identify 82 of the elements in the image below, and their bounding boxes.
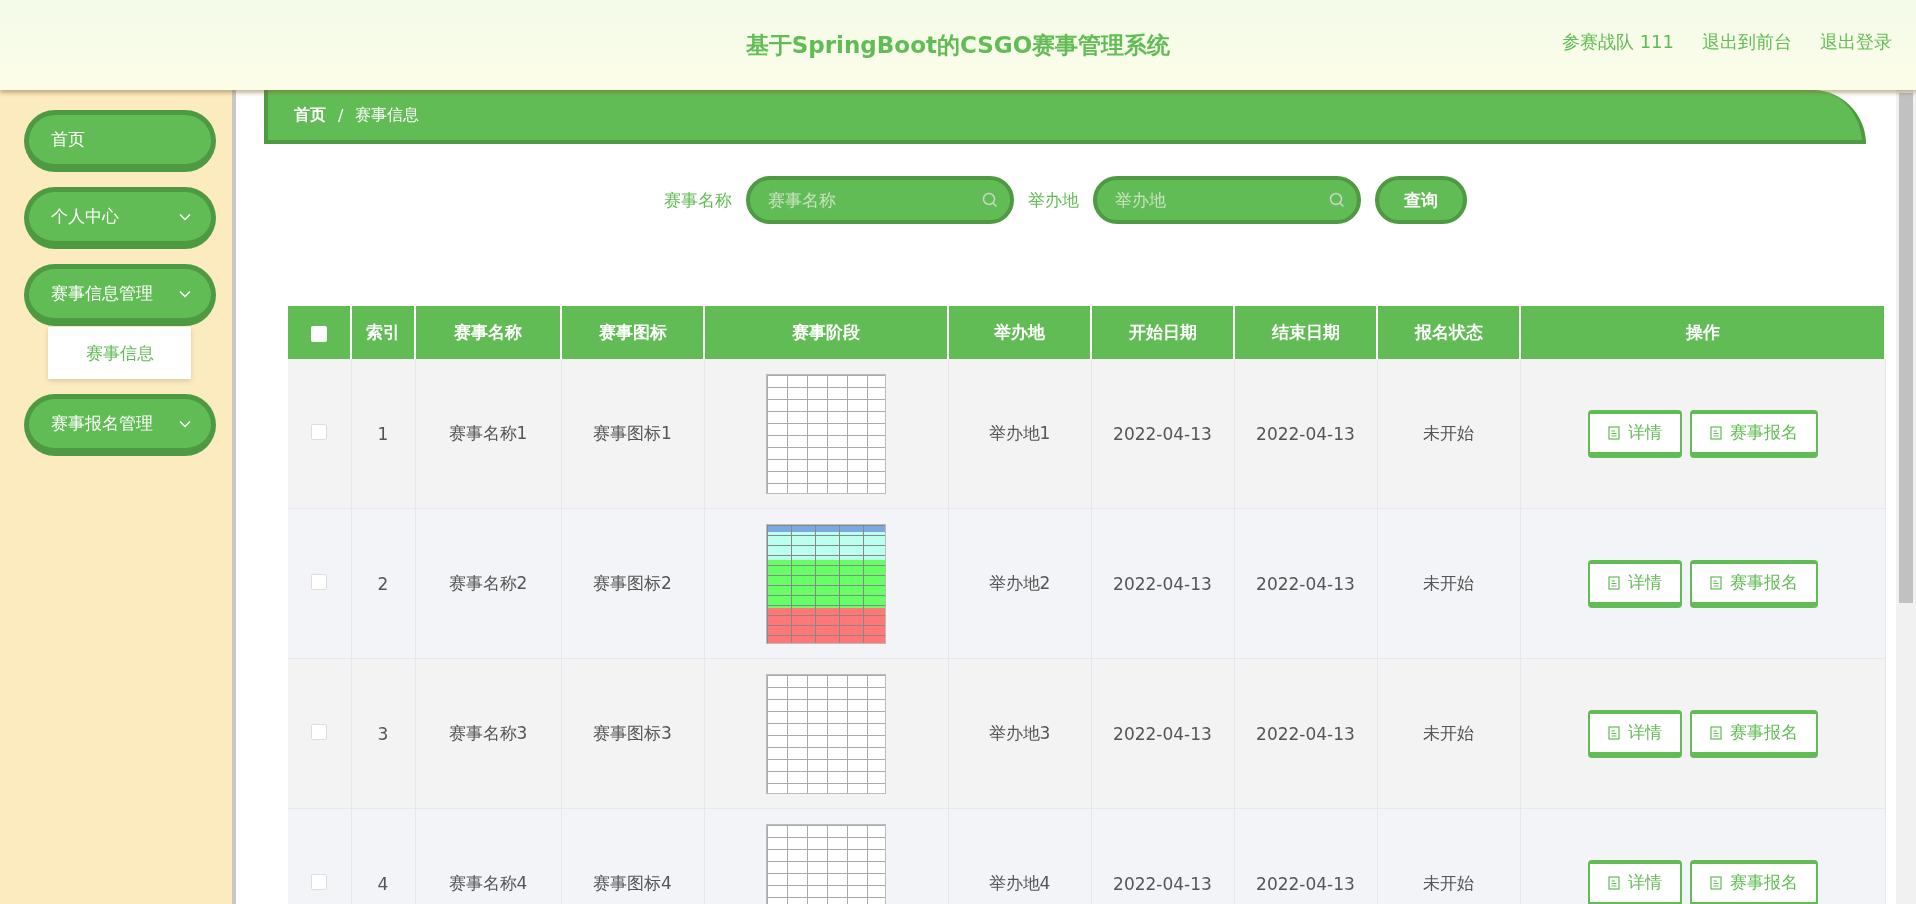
table-cell: 2022-04-13 xyxy=(1113,423,1212,444)
table-cell: 赛事图标1 xyxy=(593,423,672,443)
column-header: 举办地 xyxy=(994,322,1045,342)
table-cell: 赛事名称2 xyxy=(448,573,528,593)
table-cell: 未开始 xyxy=(1423,573,1474,593)
field-label: 举办地 xyxy=(1027,188,1079,212)
row-checkbox[interactable] xyxy=(311,573,328,590)
document-icon xyxy=(1709,725,1722,740)
table-cell: 未开始 xyxy=(1423,423,1474,443)
document-icon xyxy=(1607,575,1620,590)
table-cell: 举办地4 xyxy=(988,873,1051,893)
table-cell: 2 xyxy=(377,573,389,594)
table-cell: 2022-04-13 xyxy=(1113,573,1212,594)
select-all-checkbox[interactable] xyxy=(311,325,327,342)
table-cell: 赛事图标3 xyxy=(593,723,672,743)
table-cell: 未开始 xyxy=(1423,723,1474,743)
chevron-down-icon xyxy=(179,289,191,298)
table-cell: 赛事名称4 xyxy=(448,873,528,893)
scrollbar-thumb[interactable] xyxy=(1899,93,1913,603)
document-icon xyxy=(1709,575,1722,590)
search-field[interactable]: 赛事名称 xyxy=(745,176,1014,224)
document-icon xyxy=(1607,425,1620,440)
details-button[interactable]: 详情 xyxy=(1587,559,1682,608)
sidebar-menu-item[interactable]: 个人中心 xyxy=(24,187,216,249)
document-icon xyxy=(1607,725,1620,740)
row-checkbox[interactable] xyxy=(311,873,328,890)
table-cell: 2022-04-13 xyxy=(1113,873,1212,894)
document-icon xyxy=(1607,875,1620,890)
row-checkbox[interactable] xyxy=(311,723,328,740)
chevron-down-icon xyxy=(179,419,191,428)
column-header: 结束日期 xyxy=(1271,322,1340,342)
search-field[interactable]: 举办地 xyxy=(1092,176,1361,224)
column-header: 操作 xyxy=(1685,322,1720,342)
sidebar-submenu-item[interactable]: 赛事信息 xyxy=(48,327,191,379)
chevron-down-icon xyxy=(179,212,191,221)
table-cell: 赛事名称1 xyxy=(448,423,528,443)
table-cell: 2022-04-13 xyxy=(1256,573,1355,594)
column-header: 赛事名称 xyxy=(454,322,522,342)
table-cell: 2022-04-13 xyxy=(1256,423,1355,444)
breadcrumb-separator: / xyxy=(338,105,344,125)
breadcrumb-link[interactable]: 赛事信息 xyxy=(355,104,420,126)
column-header: 索引 xyxy=(366,322,400,342)
table-cell: 举办地1 xyxy=(988,423,1051,443)
header-link[interactable]: 参赛战队 111 xyxy=(1561,30,1674,54)
row-checkbox[interactable] xyxy=(311,423,328,440)
details-button[interactable]: 详情 xyxy=(1587,409,1682,458)
search-icon xyxy=(981,192,998,208)
header-link[interactable]: 退出到前台 xyxy=(1702,30,1792,54)
register-button[interactable]: 赛事报名 xyxy=(1689,709,1818,758)
table-cell: 赛事名称3 xyxy=(448,723,528,743)
register-button[interactable]: 赛事报名 xyxy=(1689,859,1818,904)
table-cell: 赛事图标4 xyxy=(593,873,672,893)
table-cell: 赛事图标2 xyxy=(593,573,672,593)
register-button[interactable]: 赛事报名 xyxy=(1689,409,1818,458)
scrollbar[interactable] xyxy=(1896,90,1916,904)
table-cell: 1 xyxy=(377,423,389,444)
table-cell: 2022-04-13 xyxy=(1256,723,1355,744)
search-button[interactable]: 查询 xyxy=(1374,176,1467,224)
table-cell: 2022-04-13 xyxy=(1113,723,1212,744)
table-cell: 4 xyxy=(377,873,389,894)
document-icon xyxy=(1709,875,1722,890)
document-icon xyxy=(1709,425,1722,440)
breadcrumb-link[interactable]: 首页 xyxy=(294,104,326,126)
column-header: 赛事图标 xyxy=(598,322,667,342)
table-cell: 举办地2 xyxy=(988,573,1051,593)
app-title: 基于SpringBoot的CSGO赛事管理系统 xyxy=(745,30,1171,60)
header-link[interactable]: 退出登录 xyxy=(1820,30,1892,54)
table-cell: 2022-04-13 xyxy=(1256,873,1355,894)
search-icon xyxy=(1328,192,1345,208)
field-label: 赛事名称 xyxy=(663,188,732,212)
table-cell: 3 xyxy=(377,723,389,744)
column-header: 赛事阶段 xyxy=(792,322,860,342)
sidebar-menu-item[interactable]: 首页 xyxy=(24,110,216,172)
table-cell: 举办地3 xyxy=(988,723,1051,743)
column-header: 开始日期 xyxy=(1128,322,1197,342)
sidebar-menu-item[interactable]: 赛事报名管理 xyxy=(24,394,216,456)
column-header: 报名状态 xyxy=(1414,322,1483,342)
sidebar-menu-item[interactable]: 赛事信息管理 xyxy=(24,264,216,326)
details-button[interactable]: 详情 xyxy=(1587,709,1682,758)
table-cell: 未开始 xyxy=(1423,873,1474,893)
register-button[interactable]: 赛事报名 xyxy=(1689,559,1818,608)
details-button[interactable]: 详情 xyxy=(1587,859,1682,904)
